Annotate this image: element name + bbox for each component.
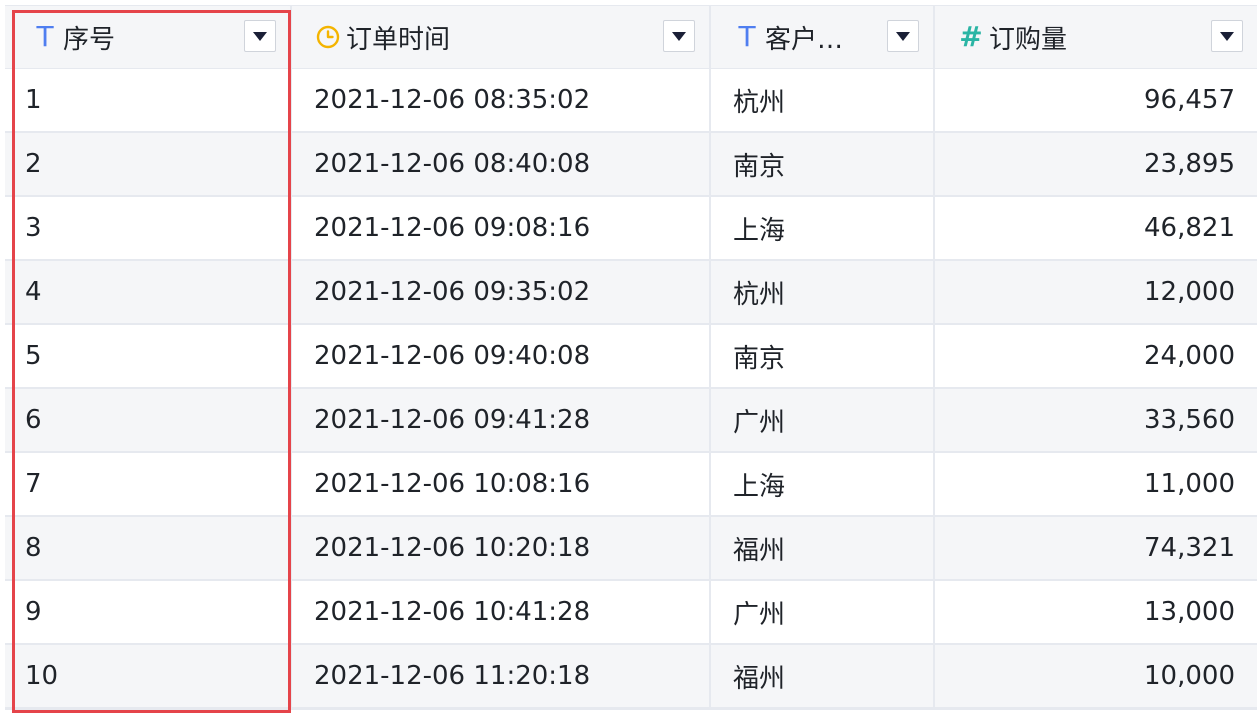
table-cell-city[interactable]: 杭州 (711, 69, 933, 131)
table-cell-id[interactable]: 1 (5, 69, 290, 131)
table-cell-time[interactable]: 2021-12-06 11:20:18 (292, 645, 709, 707)
table-cell-qty[interactable]: 13,000 (935, 581, 1257, 643)
column-header-2[interactable]: 订单时间 (292, 6, 709, 68)
table-cell-qty[interactable]: 74,321 (935, 517, 1257, 579)
data-table: T 序号 订单时间 T 客户… # 订购量 1 2021-12-06 08:35:02 杭州 96,… (5, 5, 1257, 710)
table-cell-id[interactable]: 8 (5, 517, 290, 579)
table-cell-city[interactable]: 广州 (711, 581, 933, 643)
table-cell-qty[interactable]: 33,560 (935, 389, 1257, 451)
table-cell-id[interactable]: 10 (5, 645, 290, 707)
column-header-4[interactable]: # 订购量 (935, 6, 1257, 68)
caret-down-icon (896, 31, 910, 41)
table-cell-time[interactable]: 2021-12-06 09:40:08 (292, 325, 709, 387)
table-cell-time[interactable]: 2021-12-06 08:35:02 (292, 69, 709, 131)
table-cell-qty[interactable]: 23,895 (935, 133, 1257, 195)
table-cell-time[interactable]: 2021-12-06 09:35:02 (292, 261, 709, 323)
table-cell-time[interactable]: 2021-12-06 10:20:18 (292, 517, 709, 579)
table-cell-qty[interactable]: 11,000 (935, 453, 1257, 515)
table-cell-time[interactable]: 2021-12-06 10:08:16 (292, 453, 709, 515)
table-cell-city[interactable]: 杭州 (711, 261, 933, 323)
column-header-label: 客户… (765, 24, 844, 55)
table-cell-id[interactable]: 5 (5, 325, 290, 387)
table-cell-city[interactable]: 福州 (711, 517, 933, 579)
table-cell-time[interactable]: 2021-12-06 10:41:28 (292, 581, 709, 643)
table-cell-id[interactable]: 9 (5, 581, 290, 643)
caret-down-icon (1220, 31, 1234, 41)
column-dropdown-button[interactable] (244, 20, 276, 52)
table-cell-qty[interactable]: 46,821 (935, 197, 1257, 259)
table-cell-time[interactable]: 2021-12-06 09:41:28 (292, 389, 709, 451)
table-cell-id[interactable]: 2 (5, 133, 290, 195)
table-cell-qty[interactable]: 10,000 (935, 645, 1257, 707)
column-header-label: 订购量 (989, 24, 1068, 55)
text-type-icon: T (36, 20, 54, 53)
text-type-icon: T (738, 20, 756, 53)
table-cell-id[interactable]: 4 (5, 261, 290, 323)
column-header-3[interactable]: T 客户… (711, 6, 933, 68)
table-cell-id[interactable]: 3 (5, 197, 290, 259)
table-cell-city[interactable]: 南京 (711, 133, 933, 195)
column-dropdown-button[interactable] (887, 20, 919, 52)
caret-down-icon (672, 31, 686, 41)
table-cell-time[interactable]: 2021-12-06 08:40:08 (292, 133, 709, 195)
clock-icon (314, 25, 342, 49)
hash-icon: # (959, 20, 983, 53)
table-cell-city[interactable]: 南京 (711, 325, 933, 387)
table-cell-qty[interactable]: 12,000 (935, 261, 1257, 323)
column-header-label: 订单时间 (346, 24, 451, 55)
column-header-label: 序号 (63, 24, 116, 55)
table-cell-city[interactable]: 广州 (711, 389, 933, 451)
column-header-1[interactable]: T 序号 (5, 6, 290, 68)
table-cell-city[interactable]: 上海 (711, 197, 933, 259)
column-dropdown-button[interactable] (663, 20, 695, 52)
table-cell-time[interactable]: 2021-12-06 09:08:16 (292, 197, 709, 259)
table-cell-id[interactable]: 6 (5, 389, 290, 451)
column-dropdown-button[interactable] (1211, 20, 1243, 52)
table-cell-id[interactable]: 7 (5, 453, 290, 515)
table-cell-city[interactable]: 福州 (711, 645, 933, 707)
table-cell-city[interactable]: 上海 (711, 453, 933, 515)
table-cell-qty[interactable]: 24,000 (935, 325, 1257, 387)
table-cell-qty[interactable]: 96,457 (935, 69, 1257, 131)
caret-down-icon (253, 31, 267, 41)
